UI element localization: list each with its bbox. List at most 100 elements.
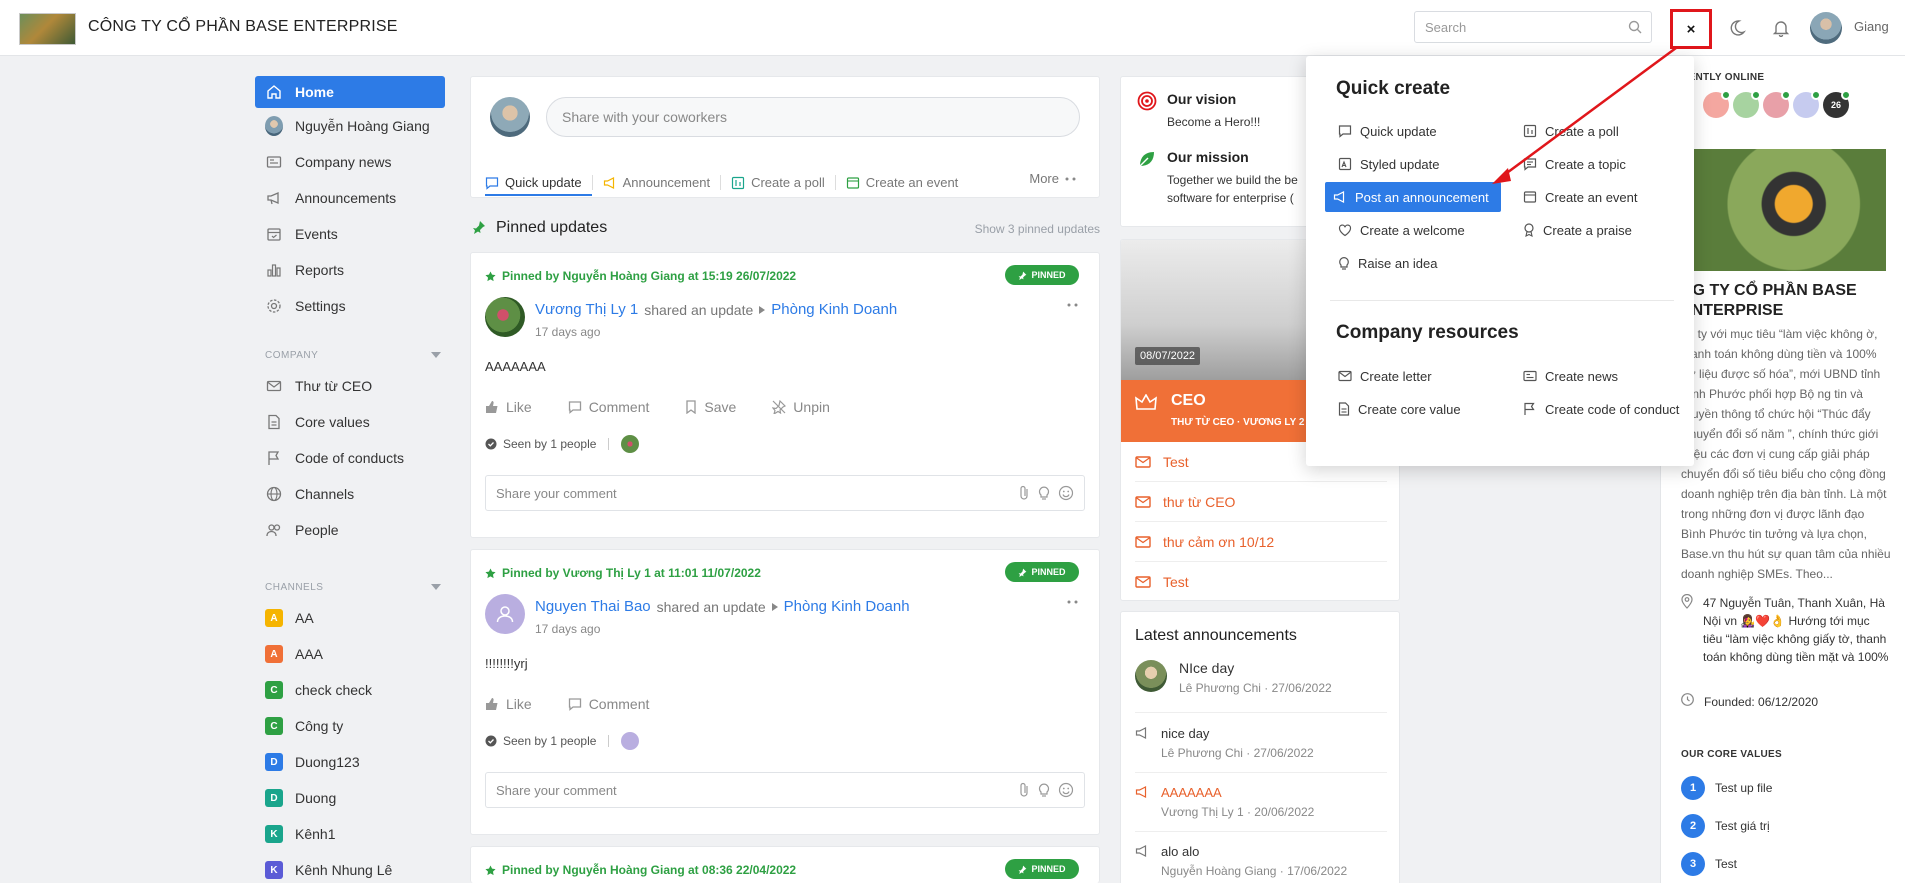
post-options-button[interactable]	[1067, 303, 1079, 307]
create-letter-item[interactable]: Create letter	[1330, 361, 1504, 391]
caret-down-icon[interactable]	[431, 352, 441, 358]
sidebar-item-events[interactable]: Events	[255, 216, 445, 252]
comment-input[interactable]	[486, 773, 986, 807]
announcement-item[interactable]: NIce day Lê Phương Chi · 27/06/2022	[1135, 660, 1387, 695]
search-icon[interactable]	[1628, 20, 1642, 34]
ceo-letter-item[interactable]: Test	[1135, 562, 1387, 600]
online-avatar[interactable]	[1733, 90, 1761, 118]
channels-section-title[interactable]: CHANNELS	[255, 574, 445, 600]
styled-update-item[interactable]: Styled update	[1330, 149, 1504, 179]
author-link[interactable]: Nguyen Thai Bao	[535, 598, 651, 615]
unpin-button[interactable]: Unpin	[772, 399, 830, 415]
sidebar-item-company-news[interactable]: Company news	[255, 144, 445, 180]
group-link[interactable]: Phòng Kinh Doanh	[784, 598, 910, 615]
seen-avatar[interactable]	[621, 435, 640, 453]
mail-icon	[1135, 575, 1151, 589]
post-options-button[interactable]	[1067, 600, 1079, 604]
sidebar-item-profile[interactable]: Nguyễn Hoàng Giang	[255, 108, 445, 144]
user-name[interactable]: Giang	[1854, 19, 1889, 34]
post-time: 17 days ago	[535, 325, 601, 339]
poll-icon	[1523, 124, 1537, 138]
search-box[interactable]	[1414, 11, 1652, 43]
announcement-item[interactable]: AAAAAAA Vương Thị Ly 1 · 20/06/2022	[1135, 785, 1387, 819]
like-button[interactable]: Like	[485, 696, 532, 712]
like-button[interactable]: Like	[485, 399, 532, 415]
sidebar-item-home[interactable]: Home	[255, 76, 445, 108]
save-button[interactable]: Save	[685, 399, 736, 415]
company-logo[interactable]	[19, 13, 76, 45]
create-welcome-item[interactable]: Create a welcome	[1330, 215, 1504, 245]
show-pinned-link[interactable]: Show 3 pinned updates	[975, 222, 1100, 236]
ceo-letter-item[interactable]: thư từ CEO	[1135, 482, 1387, 522]
tab-create-event[interactable]: Create an event	[834, 175, 969, 190]
attachment-icon[interactable]	[1018, 782, 1030, 798]
channel-item[interactable]: C Công ty	[255, 708, 445, 744]
sidebar-item-ceo-letters[interactable]: Thư từ CEO	[255, 368, 445, 404]
create-praise-item[interactable]: Create a praise	[1515, 215, 1685, 245]
group-link[interactable]: Phòng Kinh Doanh	[771, 301, 897, 318]
core-value-item[interactable]: 2 Test giá trị	[1681, 814, 1770, 838]
ceo-letter-item[interactable]: thư cảm ơn 10/12	[1135, 522, 1387, 562]
announcement-item[interactable]: alo alo Nguyễn Hoàng Giang · 17/06/2022	[1135, 844, 1387, 878]
sidebar-item-reports[interactable]: Reports	[255, 252, 445, 288]
sidebar-item-code-of-conducts[interactable]: Code of conducts	[255, 440, 445, 476]
quick-update-item[interactable]: Quick update	[1330, 116, 1504, 146]
tab-announcement[interactable]: Announcement	[591, 175, 720, 190]
channel-item[interactable]: K Kênh Nhung Lê	[255, 852, 445, 883]
globe-icon	[265, 485, 283, 503]
channel-item[interactable]: Ccheck check	[255, 672, 445, 708]
sidebar-item-settings[interactable]: Settings	[255, 288, 445, 324]
create-core-value-item[interactable]: Create core value	[1330, 394, 1504, 424]
online-avatar[interactable]	[1793, 90, 1821, 118]
comment-button[interactable]: Comment	[568, 696, 649, 712]
channel-item[interactable]: D Duong123	[255, 744, 445, 780]
author-avatar[interactable]	[485, 594, 525, 634]
online-avatar[interactable]	[1763, 90, 1791, 118]
seen-by[interactable]: Seen by 1 people	[485, 435, 640, 453]
seen-by[interactable]: Seen by 1 people	[485, 732, 640, 750]
create-topic-item[interactable]: Create a topic	[1515, 149, 1685, 179]
user-avatar[interactable]	[1810, 12, 1842, 44]
sidebar-item-announcements[interactable]: Announcements	[255, 180, 445, 216]
author-avatar[interactable]	[485, 297, 525, 337]
composer-more-button[interactable]: More	[1029, 171, 1077, 186]
tab-create-poll[interactable]: Create a poll	[720, 175, 835, 190]
sidebar-item-channels[interactable]: Channels	[255, 476, 445, 512]
notifications-button[interactable]	[1763, 10, 1799, 46]
core-value-item[interactable]: 3 Test	[1681, 852, 1737, 876]
comment-input[interactable]	[486, 476, 986, 510]
announcement-item[interactable]: nice day Lê Phương Chi · 27/06/2022	[1135, 726, 1387, 760]
seen-avatar[interactable]	[621, 732, 640, 750]
create-code-of-conduct-item[interactable]: Create code of conduct	[1515, 394, 1685, 424]
create-news-item[interactable]: Create news	[1515, 361, 1685, 391]
close-quick-create-button[interactable]: ×	[1670, 9, 1712, 49]
lightbulb-icon[interactable]	[1038, 485, 1050, 501]
emoji-icon[interactable]	[1058, 782, 1074, 798]
create-event-item[interactable]: Create an event	[1515, 182, 1685, 212]
company-section-title[interactable]: COMPANY	[255, 342, 445, 368]
share-input[interactable]	[546, 97, 1080, 137]
star-icon	[485, 567, 496, 579]
lightbulb-icon[interactable]	[1038, 782, 1050, 798]
online-avatar[interactable]	[1703, 90, 1731, 118]
channel-item[interactable]: D Duong	[255, 780, 445, 816]
caret-down-icon[interactable]	[431, 584, 441, 590]
search-input[interactable]	[1415, 12, 1615, 42]
raise-idea-item[interactable]: Raise an idea	[1330, 248, 1504, 278]
core-value-item[interactable]: 1 Test up file	[1681, 776, 1772, 800]
online-count[interactable]: 26	[1823, 90, 1851, 118]
channel-item[interactable]: K Kênh1	[255, 816, 445, 852]
emoji-icon[interactable]	[1058, 485, 1074, 501]
attachment-icon[interactable]	[1018, 485, 1030, 501]
tab-quick-update[interactable]: Quick update	[485, 175, 592, 196]
channel-item[interactable]: A AA	[255, 600, 445, 636]
create-poll-item[interactable]: Create a poll	[1515, 116, 1685, 146]
sidebar-item-core-values[interactable]: Core values	[255, 404, 445, 440]
sidebar-item-people[interactable]: People	[255, 512, 445, 548]
author-link[interactable]: Vương Thị Ly 1	[535, 301, 638, 318]
dark-mode-toggle[interactable]	[1719, 10, 1755, 46]
comment-button[interactable]: Comment	[568, 399, 649, 415]
post-announcement-item[interactable]: Post an announcement	[1325, 182, 1501, 212]
megaphone-icon	[1135, 726, 1149, 760]
channel-item[interactable]: A AAA	[255, 636, 445, 672]
